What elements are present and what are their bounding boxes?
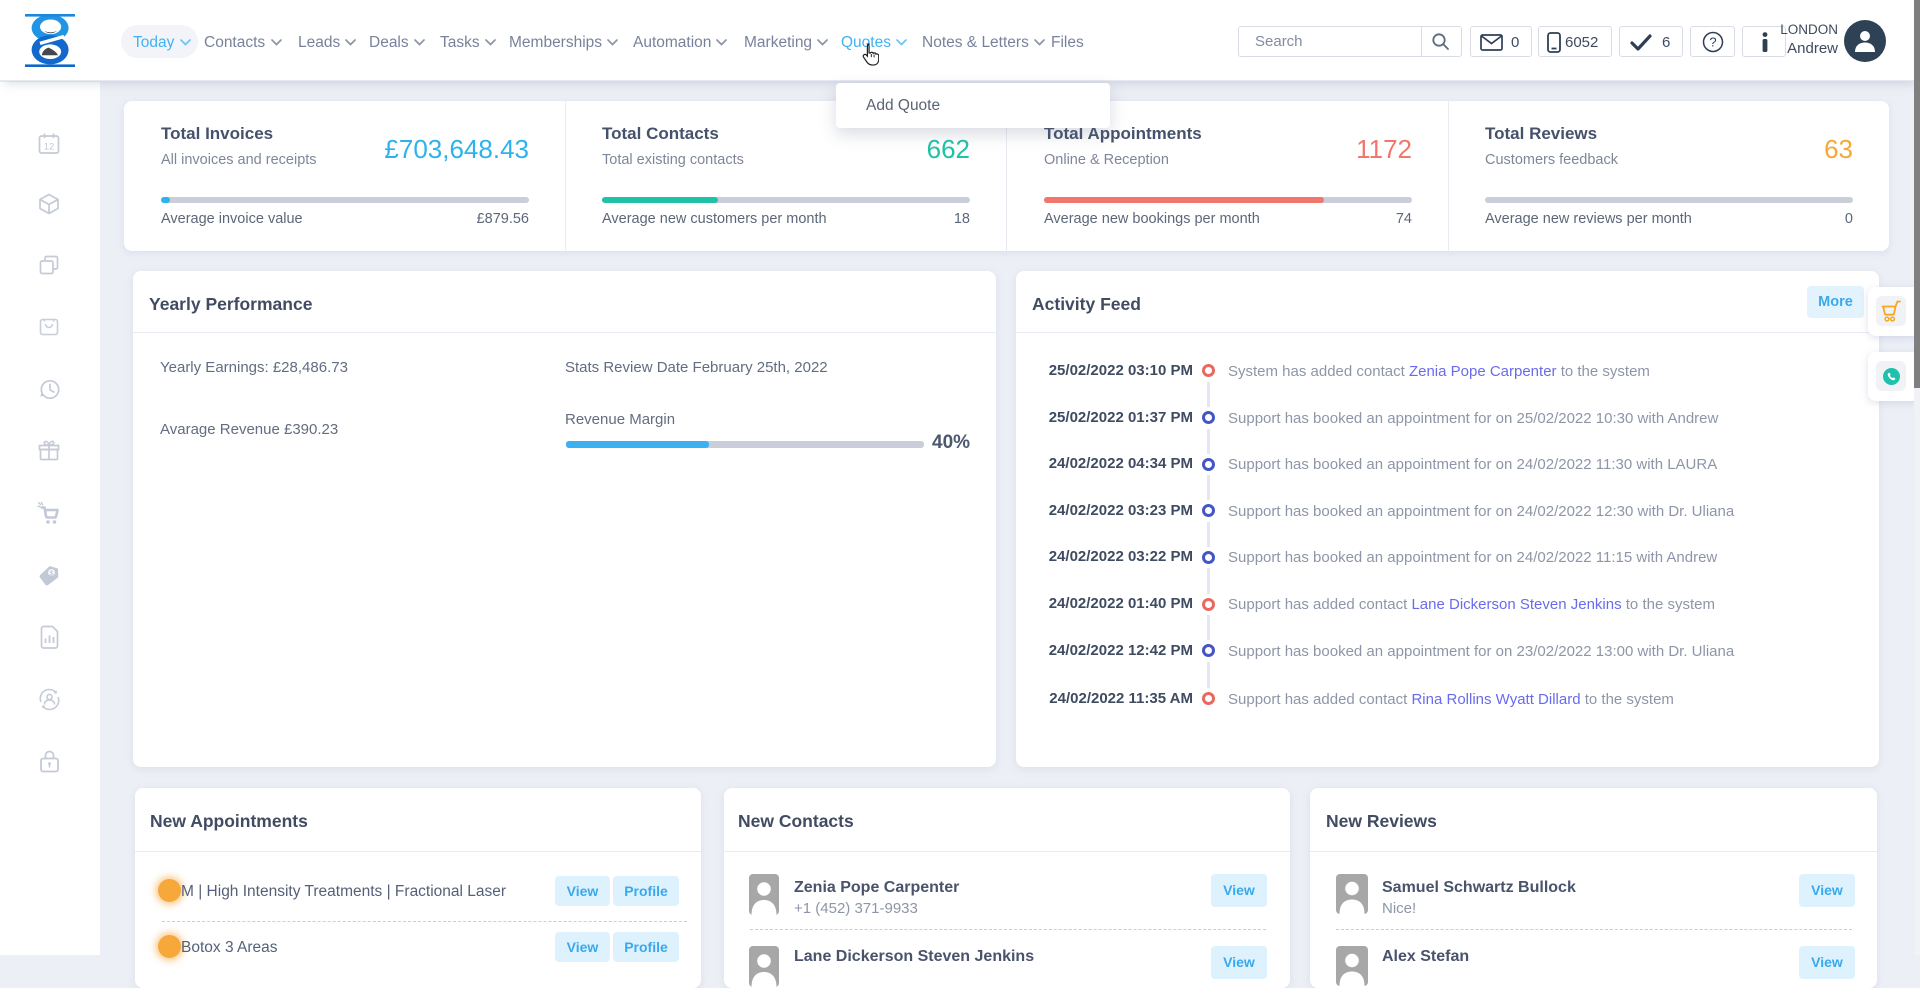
svg-text:12: 12 [44,142,55,153]
